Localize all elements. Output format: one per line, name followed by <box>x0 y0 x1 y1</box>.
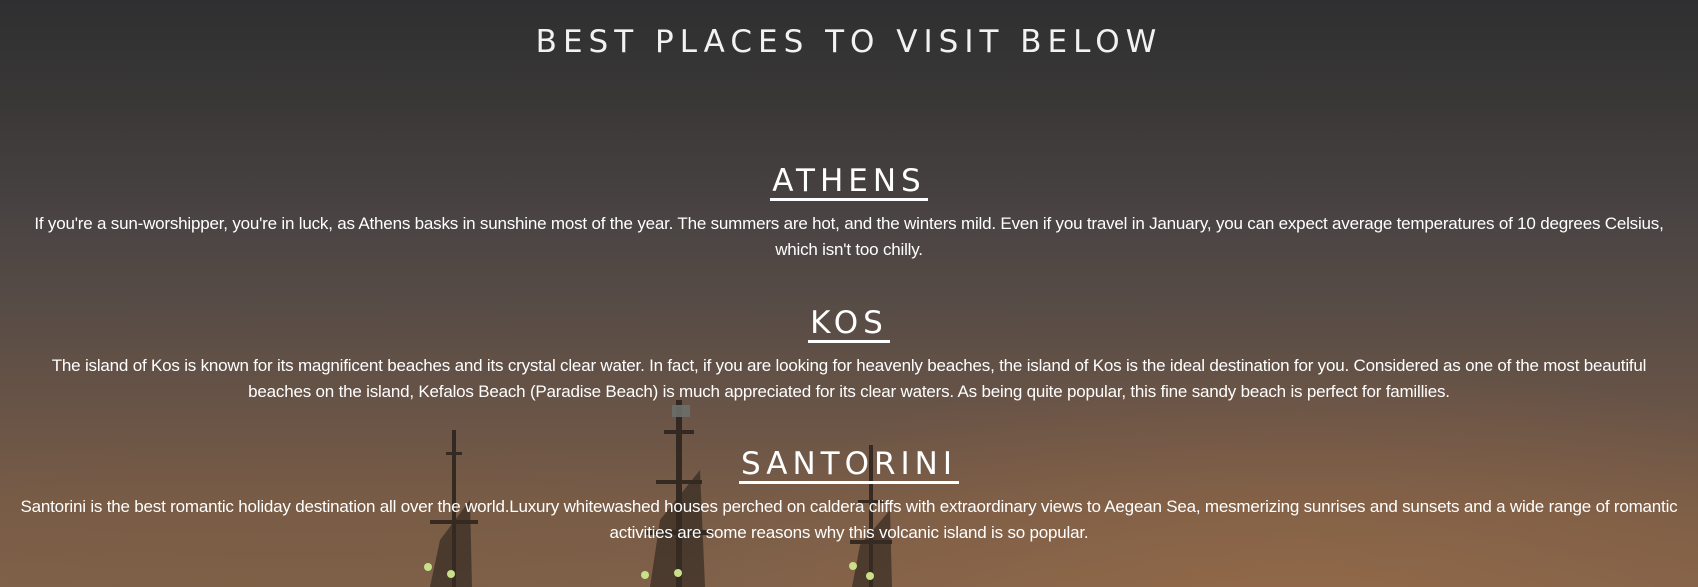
place-section-kos: KOS The island of Kos is known for its m… <box>20 306 1678 405</box>
place-heading-athens: ATHENS <box>770 163 928 201</box>
place-section-santorini: SANTORINI Santorini is the best romantic… <box>20 447 1678 546</box>
place-heading-santorini: SANTORINI <box>739 446 959 484</box>
place-heading-kos: KOS <box>808 305 890 343</box>
page-title: BEST PLACES TO VISIT BELOW <box>535 24 1163 60</box>
place-description-santorini: Santorini is the best romantic holiday d… <box>20 497 1678 542</box>
place-section-athens: ATHENS If you're a sun-worshipper, you'r… <box>20 164 1678 263</box>
main-content: BEST PLACES TO VISIT BELOW ATHENS If you… <box>0 0 1698 587</box>
place-description-kos: The island of Kos is known for its magni… <box>51 356 1647 401</box>
place-description-athens: If you're a sun-worshipper, you're in lu… <box>34 214 1664 259</box>
